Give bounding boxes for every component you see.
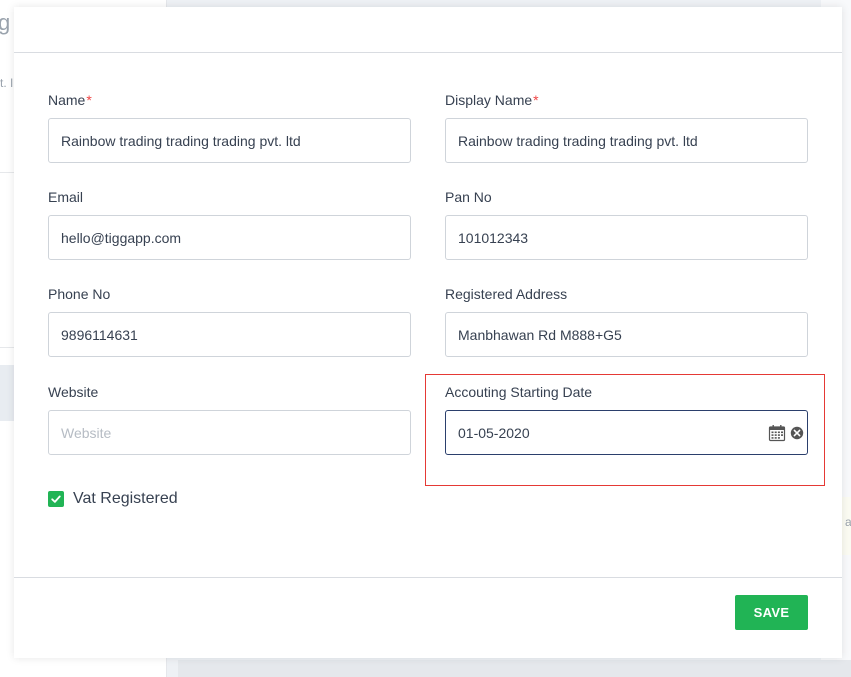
website-input[interactable]: Website	[48, 410, 411, 455]
display-name-input-value: Rainbow trading trading trading pvt. ltd	[458, 132, 698, 149]
name-label-text: Name	[48, 92, 86, 108]
name-input-value: Rainbow trading trading trading pvt. ltd	[61, 132, 301, 149]
name-field-group: Name* Rainbow trading trading trading pv…	[48, 91, 411, 163]
registered-address-input[interactable]: Manbhawan Rd M888+G5	[445, 312, 808, 357]
display-name-field-group: Display Name* Rainbow trading trading tr…	[445, 91, 808, 163]
name-label: Name*	[48, 91, 411, 109]
website-label: Website	[48, 384, 99, 400]
vat-registered-label: Vat Registered	[73, 490, 178, 507]
modal-body: Name* Rainbow trading trading trading pv…	[14, 53, 842, 578]
registered-address-label: Registered Address	[445, 286, 568, 302]
vat-registered-checkbox-row[interactable]: Vat Registered	[48, 490, 178, 508]
display-name-label-text: Display Name	[445, 92, 533, 108]
phone-no-input[interactable]: 9896114631	[48, 312, 411, 357]
company-details-modal: Name* Rainbow trading trading trading pv…	[14, 7, 842, 658]
check-icon	[51, 495, 61, 503]
pan-no-input[interactable]: 101012343	[445, 215, 808, 260]
background-bottom-strip	[178, 660, 851, 677]
email-field-group: Email hello@tiggapp.com	[48, 188, 411, 260]
pan-no-label: Pan No	[445, 189, 492, 205]
email-label: Email	[48, 189, 84, 205]
phone-no-label: Phone No	[48, 286, 111, 302]
registered-address-input-value: Manbhawan Rd M888+G5	[458, 326, 622, 343]
email-input-value: hello@tiggapp.com	[61, 229, 182, 246]
website-input-placeholder: Website	[61, 424, 112, 441]
background-text-fragment: t. I	[0, 76, 14, 90]
required-mark: *	[86, 92, 92, 108]
highlight-annotation	[425, 374, 825, 486]
display-name-input[interactable]: Rainbow trading trading trading pvt. ltd	[445, 118, 808, 163]
display-name-label: Display Name*	[445, 91, 808, 109]
modal-header	[14, 7, 842, 53]
vat-registered-checkbox[interactable]	[48, 491, 64, 507]
pan-no-field-group: Pan No 101012343	[445, 188, 808, 260]
modal-footer: SAVE	[14, 578, 842, 658]
background-title-fragment: g	[0, 10, 11, 35]
phone-no-input-value: 9896114631	[61, 326, 138, 343]
pan-no-input-value: 101012343	[458, 229, 529, 246]
name-input[interactable]: Rainbow trading trading trading pvt. ltd	[48, 118, 411, 163]
registered-address-field-group: Registered Address Manbhawan Rd M888+G5	[445, 285, 808, 357]
required-mark: *	[533, 92, 539, 108]
website-field-group: Website Website	[48, 383, 411, 455]
background-right-fragment: a	[845, 515, 851, 529]
background-block	[0, 365, 14, 421]
phone-no-field-group: Phone No 9896114631	[48, 285, 411, 357]
email-input[interactable]: hello@tiggapp.com	[48, 215, 411, 260]
save-button[interactable]: SAVE	[735, 595, 808, 630]
